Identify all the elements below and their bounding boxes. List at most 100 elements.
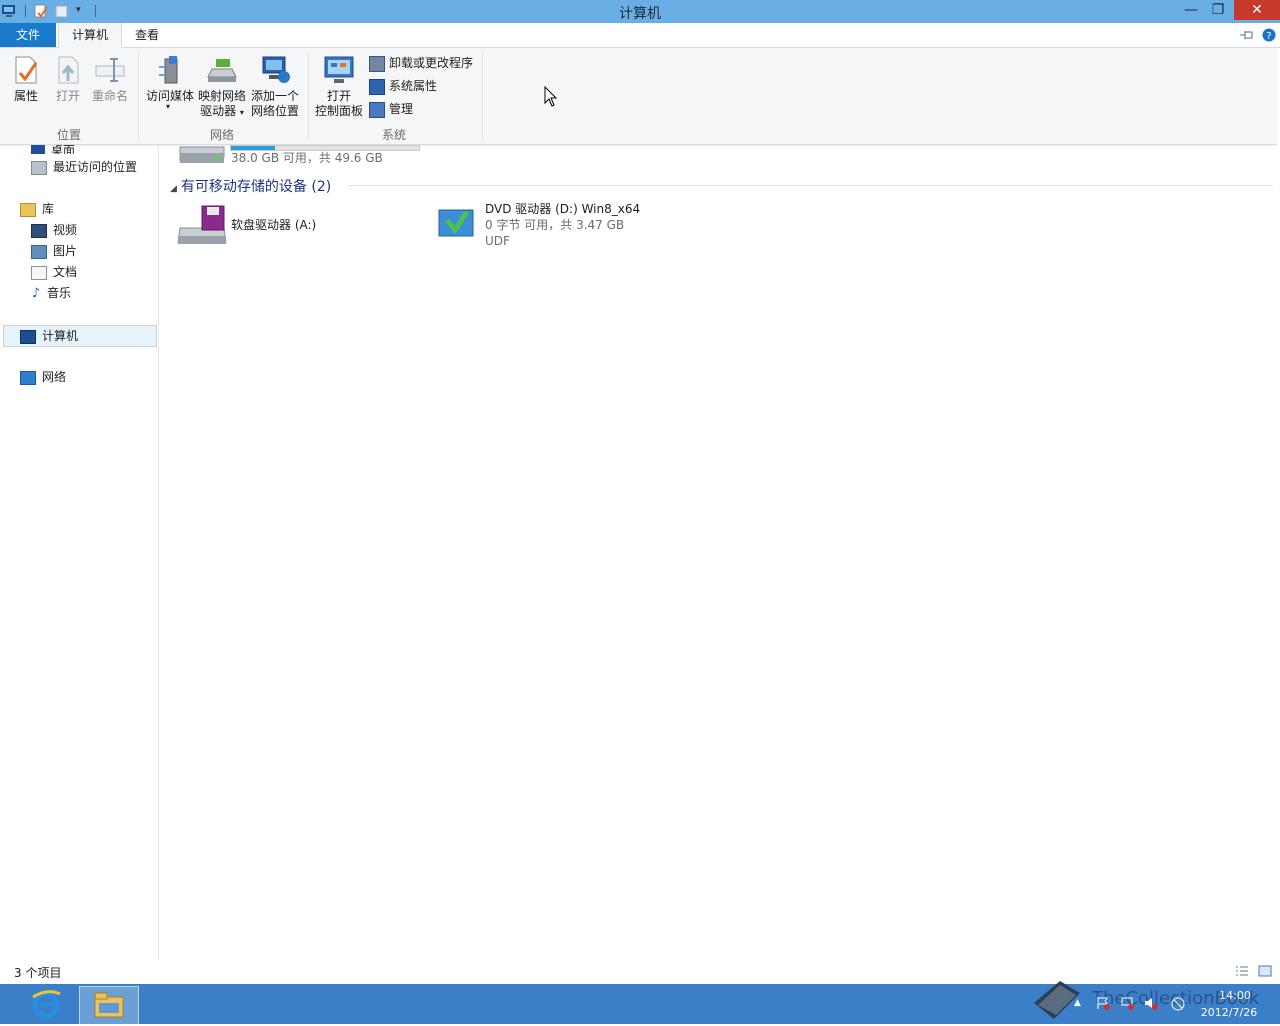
- nav-item-documents[interactable]: 文档: [31, 262, 77, 282]
- desktop-icon: [31, 145, 45, 154]
- group-label-network: 网络: [209, 128, 234, 142]
- access-media-button[interactable]: 访问媒体 ▾: [144, 55, 196, 111]
- removable-group-header[interactable]: ◢ 有可移动存储的设备 (2): [170, 176, 331, 196]
- videos-icon: [31, 223, 47, 238]
- clock-time[interactable]: 14:00: [1200, 989, 1270, 1002]
- open-button[interactable]: 打开: [50, 55, 86, 104]
- status-item-count: 3 个项目: [14, 966, 62, 980]
- dvd-drive-icon: [438, 209, 474, 237]
- rename-button[interactable]: 重命名: [88, 55, 132, 104]
- network-tray-icon[interactable]: [1120, 996, 1134, 1010]
- nav-documents-label: 文档: [53, 265, 78, 279]
- add-network-location-icon: [262, 56, 290, 83]
- floppy-drive-item[interactable]: 软盘驱动器 (A:): [176, 204, 416, 248]
- system-properties-button[interactable]: 系统属性: [369, 77, 437, 95]
- nav-libraries-label: 库: [42, 202, 55, 216]
- clock-date[interactable]: 2012/7/26: [1196, 1006, 1262, 1019]
- hard-drive-icon: [179, 146, 225, 163]
- action-center-icon[interactable]: [1096, 996, 1110, 1010]
- taskbar-file-explorer-button[interactable]: [79, 986, 139, 1025]
- properties-button[interactable]: 属性: [6, 55, 46, 104]
- nav-item-videos[interactable]: 视频: [31, 220, 77, 240]
- c-drive-space: 38.0 GB 可用，共 49.6 GB: [231, 151, 383, 165]
- internet-explorer-icon[interactable]: [30, 988, 62, 1020]
- map-drive-dropdown-icon[interactable]: ▾: [240, 108, 244, 117]
- group-divider: [348, 185, 1273, 186]
- svg-text:?: ?: [1266, 31, 1271, 42]
- nav-item-network[interactable]: 网络: [20, 367, 66, 387]
- nav-item-desktop[interactable]: 桌面: [31, 145, 75, 154]
- nav-item-recent[interactable]: 最近访问的位置: [31, 157, 137, 177]
- pictures-icon: [31, 244, 47, 259]
- map-drive-label-line2: 驱动器: [200, 104, 237, 118]
- close-button[interactable]: ✕: [1234, 0, 1280, 20]
- add-location-label-line2: 网络位置: [250, 104, 299, 118]
- input-method-icon[interactable]: [1170, 996, 1186, 1012]
- dvd-drive-item[interactable]: DVD 驱动器 (D:) Win8_x64 0 字节 可用，共 3.47 GB …: [437, 200, 677, 252]
- navigation-pane: [0, 145, 159, 959]
- open-control-panel-button[interactable]: 打开 控制面板: [312, 55, 366, 119]
- music-icon: ♪: [31, 285, 41, 301]
- volume-muted-icon[interactable]: [1144, 996, 1158, 1010]
- open-icon: [58, 56, 79, 84]
- control-panel-icon: [324, 56, 354, 83]
- map-drive-label-line1: 映射网络: [197, 89, 246, 103]
- nav-item-libraries[interactable]: 库: [20, 199, 54, 219]
- uninstall-program-button[interactable]: 卸载或更改程序: [369, 54, 473, 72]
- group-separator: [138, 52, 139, 140]
- uninstall-program-label: 卸载或更改程序: [389, 56, 474, 70]
- map-network-drive-icon: [207, 59, 237, 82]
- nav-item-computer[interactable]: 计算机: [3, 325, 157, 347]
- manage-button[interactable]: 管理: [369, 100, 413, 118]
- pin-ribbon-icon[interactable]: [1239, 28, 1255, 42]
- c-drive-item[interactable]: 38.0 GB 可用，共 49.6 GB: [176, 145, 426, 167]
- tab-computer[interactable]: 计算机: [58, 23, 122, 48]
- taskbar: [0, 984, 1280, 1024]
- group-label-location: 位置: [56, 128, 81, 142]
- add-location-label-line1: 添加一个: [250, 89, 299, 103]
- system-properties-icon: [369, 78, 385, 95]
- access-media-dropdown-icon[interactable]: ▾: [166, 99, 170, 114]
- show-hidden-icons-icon[interactable]: ▲: [1074, 998, 1081, 1008]
- minimize-button[interactable]: —: [1176, 0, 1206, 20]
- properties-label: 属性: [13, 89, 38, 103]
- removable-header-label: 有可移动存储的设备 (2): [180, 179, 332, 195]
- floppy-drive-name: 软盘驱动器 (A:): [231, 218, 317, 232]
- nav-desktop-label: 桌面: [51, 145, 76, 154]
- large-icons-view-icon[interactable]: [1258, 964, 1272, 978]
- restore-button[interactable]: ❐: [1203, 0, 1233, 20]
- add-network-location-button[interactable]: 添加一个 网络位置: [248, 55, 302, 119]
- manage-label: 管理: [389, 102, 414, 116]
- nav-item-pictures[interactable]: 图片: [31, 241, 77, 261]
- access-media-icon: [159, 56, 178, 84]
- group-label-system: 系统: [381, 128, 406, 142]
- map-network-drive-button[interactable]: 映射网络 驱动器 ▾: [196, 55, 248, 120]
- group-separator: [482, 52, 483, 140]
- nav-item-music[interactable]: ♪ 音乐: [31, 283, 71, 303]
- window-title: 计算机: [619, 6, 661, 22]
- rename-label: 重命名: [91, 89, 128, 103]
- tab-file[interactable]: 文件: [0, 23, 56, 47]
- floppy-drive-icon: [177, 205, 227, 244]
- tab-view[interactable]: 查看: [122, 23, 172, 47]
- open-cp-label-line1: 打开: [326, 89, 351, 103]
- library-folder-icon: [20, 202, 36, 217]
- ribbon-tab-bar: [0, 23, 1280, 48]
- collapse-triangle-icon: ◢: [170, 184, 177, 194]
- minimize-icon: —: [1184, 2, 1198, 18]
- properties-icon: [15, 56, 38, 84]
- nav-music-label: 音乐: [47, 286, 72, 300]
- nav-computer-label: 计算机: [42, 329, 79, 343]
- rename-icon: [95, 58, 125, 82]
- nav-network-label: 网络: [42, 370, 67, 384]
- open-cp-label-line2: 控制面板: [314, 104, 363, 118]
- documents-icon: [31, 265, 47, 280]
- details-view-icon[interactable]: [1235, 965, 1249, 977]
- help-icon[interactable]: ?: [1262, 28, 1276, 42]
- nav-pictures-label: 图片: [53, 244, 78, 258]
- open-label: 打开: [55, 89, 80, 103]
- uninstall-program-icon: [369, 55, 385, 72]
- libraries-expand-icon[interactable]: [8, 203, 14, 209]
- dvd-drive-space: 0 字节 可用，共 3.47 GB: [485, 218, 625, 232]
- group-separator: [308, 52, 309, 140]
